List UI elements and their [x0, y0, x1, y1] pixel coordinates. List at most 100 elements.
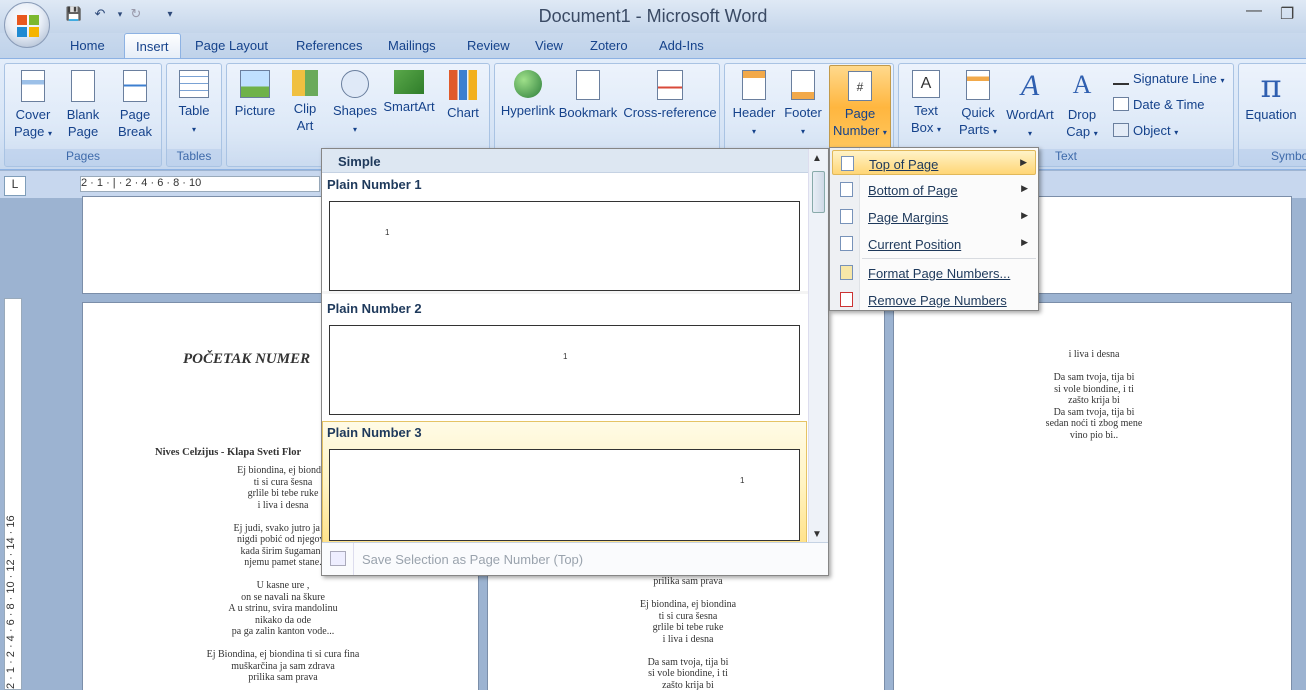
blank-page-icon — [71, 70, 95, 102]
format-page-numbers-icon — [840, 265, 853, 280]
page-number-menu: Top of Page ▶ Bottom of Page ▶ Page Margin… — [829, 147, 1039, 311]
tab-view[interactable]: View — [535, 38, 563, 53]
office-logo-icon — [17, 15, 39, 37]
gallery-item-plain-number-3[interactable]: 1 — [329, 449, 800, 541]
song-line: ti si cura šesna — [658, 610, 718, 622]
gallery-item-plain-number-2[interactable]: 1 — [329, 325, 800, 415]
submenu-arrow-icon: ▶ — [1021, 183, 1028, 193]
menu-item-label: Bottom of Page — [868, 183, 958, 198]
song-title: Nives Celzijus - Klapa Sveti Flor — [155, 447, 302, 458]
table-button[interactable]: Table ▾ — [171, 70, 217, 138]
undo-icon[interactable]: ↶ — [90, 6, 110, 24]
quick-parts-label: Quick Parts — [959, 105, 995, 137]
menu-item-label: Page Margins — [868, 210, 949, 225]
tab-home[interactable]: Home — [70, 38, 105, 53]
scroll-up-icon[interactable]: ▲ — [812, 153, 822, 164]
menu-item-page-margins[interactable]: Page Margins ▶ — [832, 204, 1036, 229]
date-time-button[interactable]: Date & Time — [1113, 97, 1205, 112]
menu-item-top-of-page[interactable]: Top of Page ▶ — [832, 150, 1036, 175]
cross-reference-icon — [657, 70, 683, 100]
redo-icon[interactable]: ↻ — [126, 6, 146, 24]
song-line: prilika sam prava — [653, 576, 723, 587]
page-number-icon: # — [848, 71, 872, 101]
blank-page-button[interactable]: Blank Page — [61, 70, 105, 140]
chart-button[interactable]: Chart — [441, 70, 485, 121]
clip-art-icon — [292, 70, 318, 96]
song-line: zašto krija bi — [1068, 395, 1120, 406]
gallery-scrollbar[interactable]: ▲ ▼ — [808, 149, 828, 544]
cover-page-label: Cover Page — [13, 107, 51, 139]
page-right[interactable]: i liva i desna Da sam tvoja, tija bi si v… — [893, 302, 1292, 690]
bookmark-button[interactable]: Bookmark — [557, 70, 619, 121]
tab-selector-icon[interactable]: L — [4, 176, 26, 196]
signature-line-button[interactable]: Signature Line ▾ — [1113, 71, 1224, 86]
gallery-item-plain-number-1[interactable]: 1 — [329, 201, 800, 291]
right-song-text: i liva i desna Da sam tvoja, tija bi si v… — [994, 349, 1194, 441]
page-break-icon — [123, 70, 147, 102]
song-line: pa ga zalin kanton vode... — [231, 626, 335, 637]
customize-icon[interactable]: ▾ — [160, 9, 180, 27]
shapes-label: Shapes — [332, 103, 378, 118]
date-time-icon — [1113, 97, 1129, 111]
office-button[interactable] — [4, 2, 50, 48]
hyperlink-button[interactable]: Hyperlink — [497, 70, 559, 119]
restore-icon[interactable]: ❐ — [1280, 4, 1294, 24]
menu-item-bottom-of-page[interactable]: Bottom of Page ▶ — [832, 177, 1036, 202]
wordart-button[interactable]: A WordArt ▾ — [1003, 70, 1057, 142]
footer-icon — [791, 70, 815, 100]
shapes-button[interactable]: Shapes ▾ — [331, 70, 379, 138]
menu-item-current-position[interactable]: Current Position ▶ — [832, 231, 1036, 256]
smartart-icon — [394, 70, 424, 94]
submenu-arrow-icon: ▶ — [1020, 157, 1027, 167]
header-button[interactable]: Header ▾ — [729, 70, 779, 140]
top-of-page-icon — [841, 156, 854, 171]
save-icon[interactable]: 💾 — [64, 6, 84, 24]
scrollbar-thumb[interactable] — [812, 171, 825, 213]
page-number-button[interactable]: # Page Number ▾ — [829, 65, 891, 150]
smartart-button[interactable]: SmartArt — [381, 70, 437, 115]
scroll-down-icon[interactable]: ▼ — [812, 529, 822, 540]
page-number-gallery: Simple Plain Number 1 1 Plain Number 2 1… — [321, 148, 829, 576]
header-label: Header — [732, 105, 776, 120]
song-line: si vole biondine, i ti — [648, 668, 728, 679]
text-box-button[interactable]: A Text Box ▾ — [903, 70, 949, 138]
equation-button[interactable]: π Equation — [1241, 70, 1301, 123]
picture-button[interactable]: Picture — [231, 70, 279, 119]
tab-page-layout[interactable]: Page Layout — [195, 38, 268, 53]
song-line — [588, 645, 788, 657]
submenu-arrow-icon: ▶ — [1021, 210, 1028, 220]
tab-insert[interactable]: Insert — [124, 33, 181, 60]
vruler-marks: 2 · 1 · 2 · 4 · 6 · 8 · 10 · 12 · 14 · 1… — [5, 515, 17, 689]
song-line: prilika sam prava — [248, 672, 318, 683]
group-tables: Table ▾ Tables — [166, 63, 222, 167]
horizontal-ruler[interactable]: 2 · 1 · | · 2 · 4 · 6 · 8 · 10 — [80, 176, 320, 192]
save-selection-item[interactable]: Save Selection as Page Number (Top) — [322, 542, 828, 575]
vertical-ruler[interactable]: 2 · 1 · 2 · 4 · 6 · 8 · 10 · 12 · 14 · 1… — [4, 298, 22, 690]
tab-references[interactable]: References — [296, 38, 362, 53]
minimize-icon[interactable]: — — [1246, 2, 1262, 20]
save-selection-label: Save Selection as Page Number (Top) — [362, 552, 584, 567]
tab-add-ins[interactable]: Add-Ins — [659, 38, 704, 53]
shapes-icon — [341, 70, 369, 98]
current-position-icon — [840, 236, 853, 251]
drop-cap-icon: A — [1072, 70, 1092, 99]
object-button[interactable]: Object ▾ — [1113, 123, 1178, 138]
clip-art-label: Clip Art — [293, 101, 317, 133]
quick-parts-button[interactable]: Quick Parts ▾ — [953, 70, 1003, 140]
clip-art-button[interactable]: Clip Art — [285, 70, 325, 134]
song-line: sedan noći ti zbog mene — [1045, 418, 1143, 429]
text-box-icon: A — [912, 70, 940, 98]
song-line: Da sam tvoja, tija bi — [1053, 372, 1135, 383]
drop-cap-button[interactable]: A Drop Cap ▾ — [1059, 70, 1105, 142]
menu-item-remove-page-numbers[interactable]: Remove Page Numbers — [832, 287, 1036, 312]
footer-button[interactable]: Footer ▾ — [779, 70, 827, 140]
cross-reference-button[interactable]: Cross-reference — [621, 70, 719, 121]
menu-item-format-page-numbers[interactable]: Format Page Numbers... — [832, 260, 1036, 285]
tab-zotero[interactable]: Zotero — [590, 38, 628, 53]
wordart-label: WordArt — [1006, 107, 1054, 122]
tab-mailings[interactable]: Mailings — [388, 38, 436, 53]
tab-review[interactable]: Review — [467, 38, 510, 53]
page-break-button[interactable]: Page Break — [111, 70, 159, 140]
cover-page-button[interactable]: Cover Page ▾ — [9, 70, 57, 142]
symbols-group-label: Symbo — [1239, 149, 1306, 166]
